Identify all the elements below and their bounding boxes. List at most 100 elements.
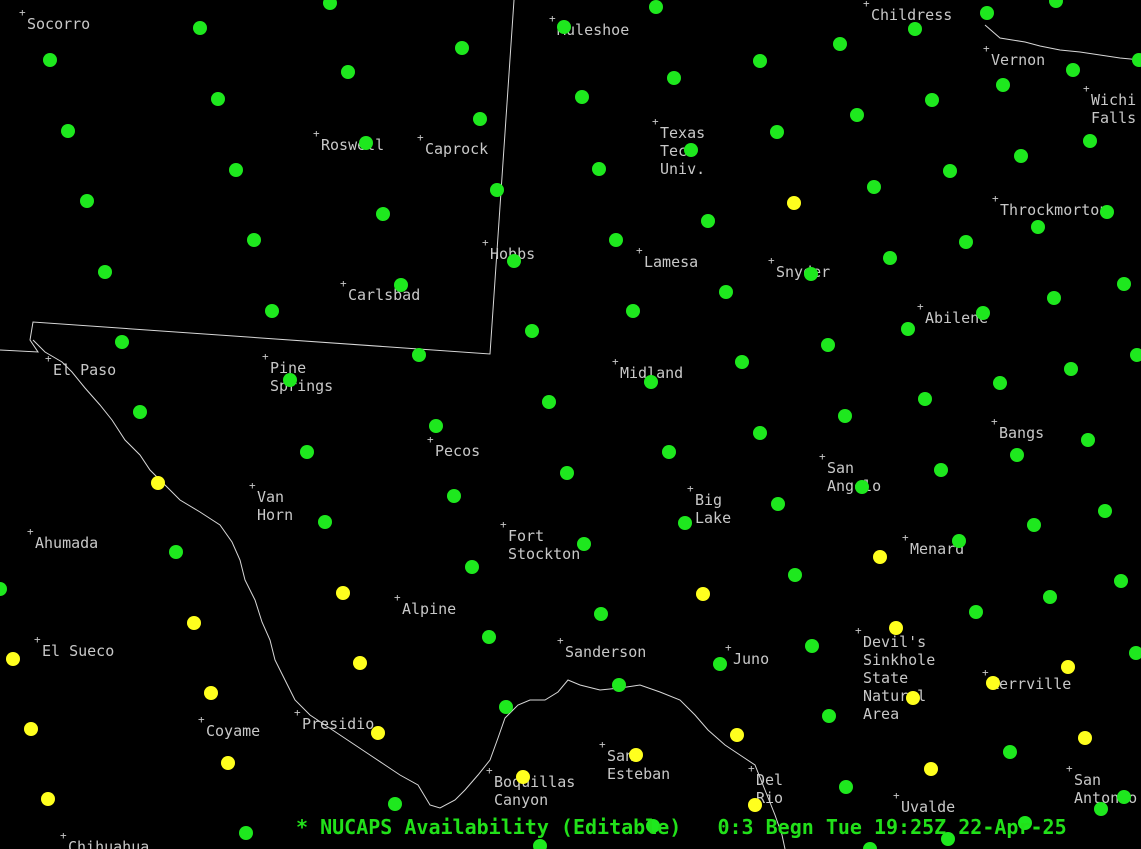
sounding-point-pending[interactable] [353,656,367,670]
sounding-point-available[interactable] [701,214,715,228]
sounding-point-available[interactable] [838,409,852,423]
sounding-point-available[interactable] [169,545,183,559]
sounding-point-pending[interactable] [187,616,201,630]
sounding-point-pending[interactable] [516,770,530,784]
sounding-point-available[interactable] [996,78,1010,92]
sounding-point-pending[interactable] [204,686,218,700]
sounding-point-available[interactable] [1031,220,1045,234]
sounding-point-available[interactable] [229,163,243,177]
sounding-point-available[interactable] [850,108,864,122]
sounding-point-available[interactable] [908,22,922,36]
sounding-point-available[interactable] [969,605,983,619]
sounding-point-available[interactable] [684,143,698,157]
sounding-point-available[interactable] [1003,745,1017,759]
sounding-point-available[interactable] [525,324,539,338]
sounding-point-pending[interactable] [336,586,350,600]
sounding-point-available[interactable] [934,463,948,477]
sounding-point-available[interactable] [341,65,355,79]
sounding-point-available[interactable] [412,348,426,362]
sounding-point-available[interactable] [863,842,877,849]
sounding-point-available[interactable] [394,278,408,292]
sounding-point-pending[interactable] [924,762,938,776]
sounding-point-available[interactable] [575,90,589,104]
sounding-point-available[interactable] [557,20,571,34]
sounding-point-available[interactable] [1081,433,1095,447]
sounding-point-available[interactable] [1117,790,1131,804]
sounding-point-available[interactable] [901,322,915,336]
sounding-point-available[interactable] [925,93,939,107]
sounding-point-available[interactable] [662,445,676,459]
sounding-point-available[interactable] [1130,348,1141,362]
sounding-point-available[interactable] [1098,504,1112,518]
sounding-point-available[interactable] [1047,291,1061,305]
sounding-point-available[interactable] [300,445,314,459]
sounding-point-available[interactable] [644,375,658,389]
sounding-point-available[interactable] [1114,574,1128,588]
map-display[interactable]: + Socorro + Muleshoe + Childress + Vernon + Wichi… [0,0,1141,849]
sounding-point-available[interactable] [98,265,112,279]
sounding-point-available[interactable] [771,497,785,511]
sounding-point-pending[interactable] [41,792,55,806]
sounding-point-available[interactable] [447,489,461,503]
sounding-point-available[interactable] [1129,646,1141,660]
sounding-point-available[interactable] [133,405,147,419]
sounding-point-available[interactable] [822,709,836,723]
sounding-point-available[interactable] [1014,149,1028,163]
sounding-point-pending[interactable] [873,550,887,564]
sounding-point-available[interactable] [455,41,469,55]
sounding-point-pending[interactable] [221,756,235,770]
sounding-point-available[interactable] [542,395,556,409]
sounding-point-available[interactable] [1117,277,1131,291]
sounding-point-available[interactable] [719,285,733,299]
sounding-point-available[interactable] [533,839,547,849]
sounding-point-available[interactable] [507,254,521,268]
sounding-point-available[interactable] [1027,518,1041,532]
sounding-point-available[interactable] [1043,590,1057,604]
sounding-point-available[interactable] [1066,63,1080,77]
sounding-point-available[interactable] [678,516,692,530]
sounding-point-available[interactable] [283,373,297,387]
sounding-point-available[interactable] [560,466,574,480]
sounding-point-available[interactable] [318,515,332,529]
sounding-point-available[interactable] [993,376,1007,390]
sounding-point-pending[interactable] [787,196,801,210]
sounding-point-available[interactable] [1100,205,1114,219]
sounding-point-available[interactable] [1049,0,1063,8]
sounding-point-available[interactable] [115,335,129,349]
sounding-point-available[interactable] [1010,448,1024,462]
sounding-point-pending[interactable] [1078,731,1092,745]
sounding-point-pending[interactable] [1061,660,1075,674]
sounding-point-available[interactable] [376,207,390,221]
sounding-point-available[interactable] [735,355,749,369]
sounding-point-available[interactable] [959,235,973,249]
sounding-point-available[interactable] [592,162,606,176]
sounding-point-available[interactable] [429,419,443,433]
sounding-point-available[interactable] [499,700,513,714]
sounding-point-available[interactable] [211,92,225,106]
sounding-point-available[interactable] [577,537,591,551]
sounding-point-available[interactable] [770,125,784,139]
sounding-point-available[interactable] [80,194,94,208]
sounding-point-available[interactable] [61,124,75,138]
sounding-point-available[interactable] [867,180,881,194]
map-canvas[interactable]: +Socorro +Muleshoe+Childress+Vernon+Wichi… [0,0,1141,849]
sounding-point-available[interactable] [1083,134,1097,148]
sounding-point-available[interactable] [788,568,802,582]
sounding-point-available[interactable] [323,0,337,10]
sounding-point-available[interactable] [612,678,626,692]
sounding-point-available[interactable] [855,480,869,494]
sounding-point-available[interactable] [883,251,897,265]
sounding-point-available[interactable] [667,71,681,85]
sounding-point-available[interactable] [247,233,261,247]
sounding-point-available[interactable] [943,164,957,178]
sounding-point-pending[interactable] [696,587,710,601]
sounding-point-available[interactable] [473,112,487,126]
sounding-point-pending[interactable] [986,676,1000,690]
sounding-point-available[interactable] [43,53,57,67]
sounding-point-available[interactable] [753,426,767,440]
sounding-point-available[interactable] [626,304,640,318]
sounding-point-available[interactable] [952,534,966,548]
sounding-point-available[interactable] [1064,362,1078,376]
sounding-point-available[interactable] [1132,53,1141,67]
sounding-point-pending[interactable] [371,726,385,740]
